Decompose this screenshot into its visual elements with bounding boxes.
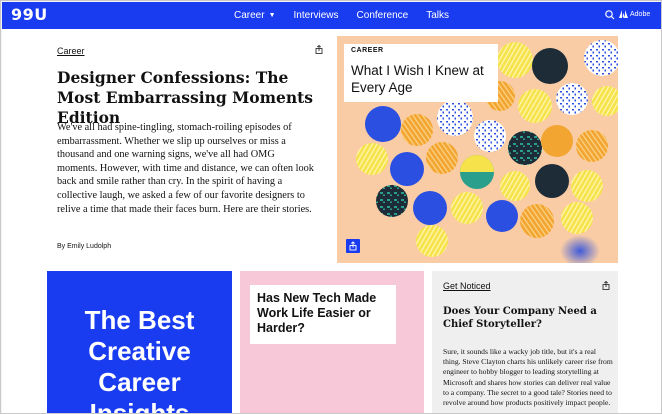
share-icon[interactable] [315, 45, 323, 54]
site-logo[interactable]: 99U [11, 5, 48, 24]
nav-link-label: Career [234, 10, 265, 21]
nav-link-label: Interviews [293, 10, 339, 21]
hero-title-card[interactable]: CAREER What I Wish I Knew at Every Age [344, 44, 498, 102]
tech-card[interactable]: Has New Tech Made Work Life Easier or Ha… [240, 271, 424, 413]
nav-link-career[interactable]: Career ▼ [234, 10, 276, 21]
feature-headline[interactable]: Designer Confessions: The Most Embarrass… [57, 68, 317, 128]
feature-excerpt: We've all had spine-tingling, stomach-ro… [57, 122, 314, 215]
share-icon[interactable] [602, 281, 610, 290]
hero-tag[interactable]: CAREER [351, 47, 491, 54]
nav-link-interviews[interactable]: Interviews [294, 10, 339, 21]
adobe-brand-link[interactable]: Adobe [619, 10, 650, 18]
nav-links: Career ▼ Interviews Conference Talks [234, 10, 467, 21]
storyteller-tag-link[interactable]: Get Noticed [443, 281, 491, 291]
storyteller-title[interactable]: Does Your Company Need a Chief Storytell… [443, 305, 613, 331]
page-frame: 99U Career ▼ Interviews Conference Talks [0, 0, 662, 414]
feature-tag-wrap: Career [57, 41, 327, 59]
top-nav: 99U Career ▼ Interviews Conference Talks [2, 2, 661, 29]
nav-link-label: Conference [356, 10, 409, 21]
search-icon[interactable] [604, 9, 616, 21]
nav-link-talks[interactable]: Talks [426, 10, 449, 21]
hero-title[interactable]: What I Wish I Knew at Every Age [351, 62, 491, 96]
feature-byline: By Emily Ludolph [57, 243, 112, 250]
hero-card[interactable]: CAREER What I Wish I Knew at Every Age [337, 36, 618, 263]
tech-card-title-box[interactable]: Has New Tech Made Work Life Easier or Ha… [250, 285, 396, 344]
adobe-logo-icon [619, 10, 628, 18]
share-icon[interactable] [346, 239, 360, 253]
nav-link-conference[interactable]: Conference [357, 10, 409, 21]
main-content: Career Designer Confessions: The Most Em… [2, 29, 661, 413]
insights-card[interactable]: The Best Creative Career Insights [47, 271, 232, 413]
chevron-down-icon: ▼ [268, 12, 276, 19]
feature-tag-link[interactable]: Career [57, 46, 85, 56]
nav-link-label: Talks [426, 10, 450, 21]
storyteller-card[interactable]: Get Noticed Does Your Company Need a Chi… [432, 271, 618, 413]
adobe-label: Adobe [630, 10, 651, 18]
storyteller-excerpt: Sure, it sounds like a wacky job title, … [443, 347, 613, 408]
insights-card-text[interactable]: The Best Creative Career Insights [47, 305, 232, 413]
tech-card-title[interactable]: Has New Tech Made Work Life Easier or Ha… [257, 291, 389, 336]
